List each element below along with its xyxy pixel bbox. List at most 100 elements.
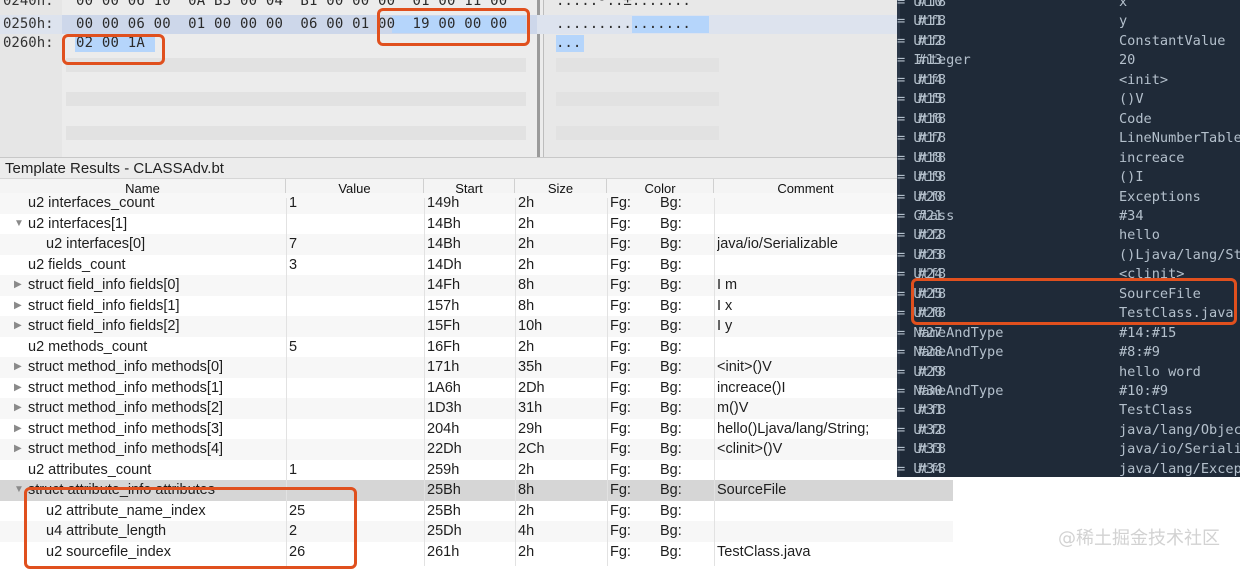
row-size: 2h bbox=[518, 195, 535, 211]
expand-triangle-icon[interactable]: ▶ bbox=[14, 316, 22, 337]
row-comment: m()V bbox=[717, 400, 749, 416]
row-value bbox=[289, 316, 419, 337]
table-row[interactable]: u2 fields_count 3 14Dh 2h Fg: Bg: bbox=[0, 254, 953, 275]
hex-ascii[interactable]: ... bbox=[556, 34, 581, 53]
table-row[interactable]: ▶ struct method_info methods[1] 1A6h 2Dh Fg:… bbox=[0, 377, 953, 399]
expand-triangle-icon[interactable]: ▶ bbox=[14, 419, 22, 440]
pool-type: = NameAndType bbox=[897, 324, 1004, 341]
row-start: 171h bbox=[427, 359, 460, 375]
row-name: struct method_info methods[3] bbox=[28, 420, 224, 437]
table-row[interactable]: ▶ struct method_info methods[3] 204h 29h Fg:… bbox=[0, 418, 953, 440]
pool-type: = NameAndType bbox=[897, 383, 1004, 399]
constant-pool-entry: #30 = NameAndType #10:#9 bbox=[897, 382, 1240, 402]
pool-value: ConstantValue bbox=[1119, 32, 1226, 49]
row-comment: hello()Ljava/lang/String; bbox=[717, 420, 870, 437]
pool-index: #21 bbox=[918, 207, 943, 224]
hex-editor[interactable]: 0240h: 00 00 06 10 0A B3 00 04 B1 00 00 … bbox=[0, 0, 897, 157]
row-start: 259h bbox=[427, 461, 460, 478]
row-value: 7 bbox=[289, 236, 298, 252]
row-bg: Bg: bbox=[660, 359, 682, 375]
row-name: u2 attributes_count bbox=[28, 461, 152, 478]
hex-ascii[interactable]: .....³..±....... bbox=[556, 0, 691, 11]
row-fg: Fg: bbox=[610, 461, 631, 478]
expand-triangle-icon[interactable]: ▶ bbox=[14, 439, 22, 460]
row-comment bbox=[717, 337, 897, 358]
row-fg: Fg: bbox=[610, 277, 631, 293]
table-row[interactable]: ▶ struct field_info fields[0] 14Fh 8h Fg: Bg:… bbox=[0, 275, 953, 296]
row-value: 1 bbox=[289, 195, 298, 211]
row-fg: Fg: bbox=[610, 441, 631, 457]
row-bg: Bg: bbox=[660, 215, 682, 232]
row-comment: I y bbox=[717, 318, 733, 334]
pool-index: #16 bbox=[918, 110, 943, 127]
pool-index: #19 bbox=[918, 169, 943, 186]
constant-pool-entry: #29 = Utf8 hello word bbox=[897, 363, 1240, 383]
table-row[interactable]: u2 interfaces_count 1 149h 2h Fg: Bg: bbox=[0, 193, 953, 214]
row-name: struct field_info fields[0] bbox=[28, 277, 180, 293]
row-bg: Bg: bbox=[660, 461, 682, 478]
expand-triangle-icon[interactable]: ▶ bbox=[14, 296, 22, 317]
pool-value: #10:#9 bbox=[1119, 383, 1169, 399]
row-fg: Fg: bbox=[610, 379, 631, 396]
row-comment: <clinit>()V bbox=[717, 441, 783, 457]
table-row[interactable]: ▶ struct method_info methods[2] 1D3h 31h Fg:… bbox=[0, 398, 953, 419]
row-comment: I m bbox=[717, 277, 738, 293]
pool-value: ()Ljava/lang/St bbox=[1119, 246, 1240, 263]
highlight-box-hex-sourcefile bbox=[377, 8, 530, 46]
table-row[interactable]: ▶ struct field_info fields[2] 15Fh 10h Fg: Bg… bbox=[0, 316, 953, 337]
constant-pool-entry: #10 = Utf8 x bbox=[897, 0, 1240, 13]
table-row[interactable]: u2 interfaces[0] 7 14Bh 2h Fg: Bg: java/io/Ser… bbox=[0, 234, 953, 255]
row-start: 25Dh bbox=[427, 523, 462, 539]
pool-index: #15 bbox=[918, 91, 943, 108]
constant-pool-entry: #23 = Utf8 ()Ljava/lang/St bbox=[897, 246, 1240, 266]
table-row[interactable]: ▼ u2 interfaces[1] 14Bh 2h Fg: Bg: bbox=[0, 213, 953, 235]
pool-value: hello bbox=[1119, 227, 1160, 244]
constant-pool-entry: #11 = Utf8 y bbox=[897, 12, 1240, 32]
constant-pool-panel: #10 = Utf8 x #11 = Utf8 y #12 = Utf8 ConstantVal… bbox=[897, 0, 1240, 477]
row-value bbox=[289, 357, 419, 378]
pool-value: increace bbox=[1119, 149, 1185, 166]
hex-ascii[interactable]: ................ bbox=[556, 15, 691, 34]
pool-index: #11 bbox=[918, 13, 943, 30]
collapse-triangle-icon[interactable]: ▼ bbox=[14, 480, 24, 501]
row-start: 22Dh bbox=[427, 441, 462, 457]
row-bg: Bg: bbox=[660, 277, 682, 293]
expand-triangle-icon[interactable]: ▶ bbox=[14, 398, 22, 419]
expand-triangle-icon[interactable]: ▶ bbox=[14, 357, 22, 378]
ascii-empty-row bbox=[556, 92, 719, 106]
row-fg: Fg: bbox=[610, 482, 631, 498]
expand-triangle-icon[interactable]: ▶ bbox=[14, 378, 22, 399]
table-row[interactable]: ▶ struct method_info methods[4] 22Dh 2Ch Fg:… bbox=[0, 439, 953, 460]
collapse-triangle-icon[interactable]: ▼ bbox=[14, 214, 24, 235]
pool-value: #34 bbox=[1119, 207, 1144, 224]
constant-pool-entry: #27 = NameAndType #14:#15 bbox=[897, 324, 1240, 344]
pool-value: 20 bbox=[1119, 52, 1136, 69]
row-name: u2 interfaces[0] bbox=[46, 236, 146, 252]
row-start: 1A6h bbox=[427, 379, 461, 396]
row-fg: Fg: bbox=[610, 359, 631, 375]
row-fg: Fg: bbox=[610, 236, 631, 252]
row-fg: Fg: bbox=[610, 195, 631, 211]
expand-triangle-icon[interactable]: ▶ bbox=[14, 275, 22, 296]
row-name: struct field_info fields[1] bbox=[28, 297, 180, 314]
background-fill bbox=[953, 477, 1240, 566]
constant-pool-entry: #32 = Utf8 java/lang/Objec bbox=[897, 421, 1240, 441]
pool-value: Code bbox=[1119, 110, 1152, 127]
table-row[interactable]: ▶ struct field_info fields[1] 157h 8h Fg: Bg:… bbox=[0, 295, 953, 317]
row-comment bbox=[717, 214, 897, 235]
pool-value: y bbox=[1119, 13, 1128, 30]
table-row[interactable]: u2 attributes_count 1 259h 2h Fg: Bg: bbox=[0, 459, 953, 481]
row-value bbox=[289, 214, 419, 235]
column-divider bbox=[424, 198, 425, 566]
row-fg: Fg: bbox=[610, 318, 631, 334]
row-name: u2 methods_count bbox=[28, 338, 148, 355]
highlight-box-hex-index bbox=[62, 34, 165, 65]
row-comment: java/io/Serializable bbox=[717, 236, 838, 252]
table-row[interactable]: u2 methods_count 5 16Fh 2h Fg: Bg: bbox=[0, 336, 953, 358]
hex-empty-row bbox=[66, 126, 526, 140]
pool-index: #27 bbox=[918, 324, 943, 341]
table-row[interactable]: ▶ struct method_info methods[0] 171h 35h Fg:… bbox=[0, 357, 953, 378]
row-comment bbox=[717, 460, 897, 481]
row-comment: increace()I bbox=[717, 379, 786, 396]
row-bg: Bg: bbox=[660, 523, 682, 539]
